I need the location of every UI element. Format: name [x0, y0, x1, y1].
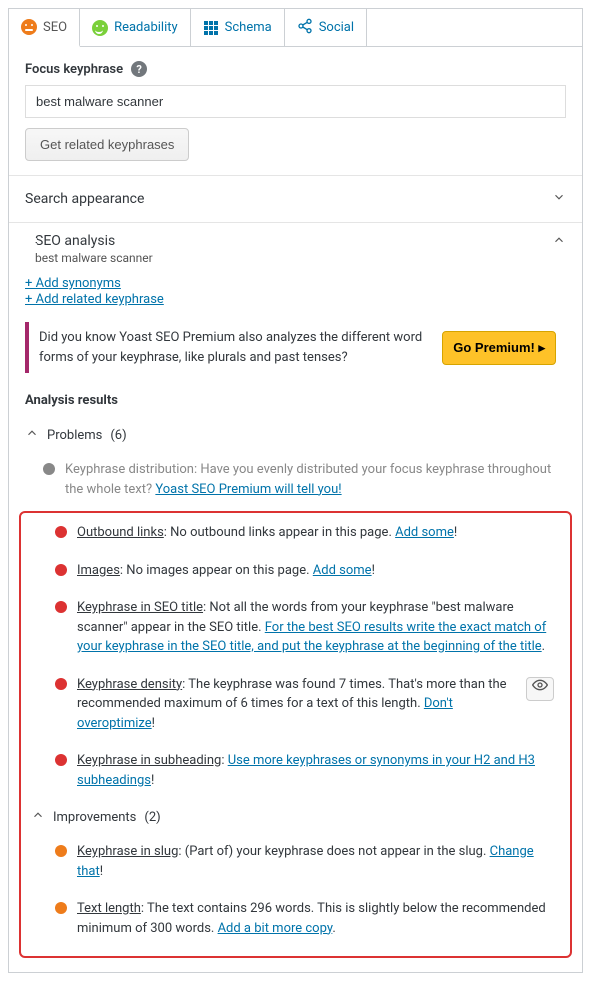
problems-count: (6)	[110, 428, 126, 443]
chevron-up-icon	[31, 808, 45, 826]
result-item: Keyphrase distribution: Have you evenly …	[9, 454, 582, 511]
yoast-metabox: SEO Readability Schema Social Focus keyp…	[8, 8, 583, 973]
result-item: Outbound links: No outbound links appear…	[21, 517, 570, 555]
result-item: Keyphrase in slug: (Part of) your keyphr…	[21, 836, 570, 893]
premium-promo-text: Did you know Yoast SEO Premium also anal…	[39, 328, 430, 367]
eye-icon	[532, 677, 548, 700]
focus-keyphrase-panel: Focus keyphrase ? Get related keyphrases	[9, 47, 582, 175]
grid-icon	[203, 20, 219, 36]
item-tail: .	[542, 639, 545, 654]
result-item: Images: No images appear on this page. A…	[21, 555, 570, 593]
result-item: Keyphrase density: The keyphrase was fou…	[21, 669, 570, 746]
tab-readability-label: Readability	[114, 20, 178, 35]
item-name: Outbound links	[77, 525, 164, 540]
item-name: Keyphrase distribution	[65, 462, 194, 477]
get-related-keyphrases-button[interactable]: Get related keyphrases	[25, 128, 189, 161]
item-name: Keyphrase in slug	[77, 844, 178, 859]
item-text: : No outbound links appear in this page.	[164, 525, 395, 540]
item-tail: !	[454, 525, 457, 540]
problems-group-toggle[interactable]: Problems (6)	[9, 420, 582, 454]
tab-schema-label: Schema	[225, 20, 272, 35]
help-icon[interactable]: ?	[131, 61, 147, 77]
highlighted-results: Outbound links: No outbound links appear…	[19, 511, 572, 958]
item-action-link[interactable]: Yoast SEO Premium will tell you!	[155, 482, 341, 497]
bullet-orange-icon	[55, 845, 67, 857]
improvements-count: (2)	[144, 810, 160, 825]
search-appearance-title: Search appearance	[25, 191, 144, 207]
result-item: Keyphrase in SEO title: Not all the word…	[21, 592, 570, 669]
item-tail: .	[332, 921, 335, 936]
seo-analysis-title: SEO analysis	[35, 233, 153, 249]
highlight-toggle-button[interactable]	[526, 677, 554, 701]
analysis-links: + Add synonyms + Add related keyphrase	[9, 271, 582, 310]
tab-seo-label: SEO	[43, 20, 67, 35]
analysis-results-header: Analysis results	[9, 385, 582, 420]
problems-label: Problems	[47, 428, 102, 443]
bullet-grey-icon	[43, 463, 55, 475]
face-smile-icon	[92, 20, 108, 36]
improvements-label: Improvements	[53, 810, 136, 825]
chevron-up-icon	[552, 233, 566, 251]
bullet-red-icon	[55, 564, 67, 576]
item-action-link[interactable]: Add some	[313, 563, 372, 578]
item-name: Images	[77, 563, 120, 578]
tab-seo[interactable]: SEO	[9, 9, 80, 47]
chevron-up-icon	[25, 426, 39, 444]
seo-analysis-subtitle: best malware scanner	[35, 251, 153, 265]
item-tail: !	[100, 864, 103, 879]
tab-bar: SEO Readability Schema Social	[9, 9, 582, 47]
seo-analysis-toggle[interactable]: SEO analysis best malware scanner	[9, 223, 582, 271]
add-related-keyphrase-link[interactable]: + Add related keyphrase	[25, 292, 566, 307]
tab-social-label: Social	[319, 20, 354, 35]
item-text: : No images appear on this page.	[120, 563, 313, 578]
add-synonyms-link[interactable]: + Add synonyms	[25, 276, 566, 291]
share-icon	[297, 20, 313, 36]
result-item: Text length: The text contains 296 words…	[21, 893, 570, 950]
improvements-group-toggle[interactable]: Improvements (2)	[21, 802, 570, 836]
tab-readability[interactable]: Readability	[80, 9, 191, 46]
item-tail: !	[372, 563, 375, 578]
focus-keyphrase-input[interactable]	[25, 85, 566, 118]
item-name: Keyphrase in subheading	[77, 753, 221, 768]
item-name: Text length	[77, 901, 141, 916]
item-action-link[interactable]: Add a bit more copy	[218, 921, 333, 936]
go-premium-button[interactable]: Go Premium! ▸	[442, 331, 556, 365]
premium-promo: Did you know Yoast SEO Premium also anal…	[25, 322, 566, 373]
bullet-orange-icon	[55, 902, 67, 914]
bullet-red-icon	[55, 526, 67, 538]
search-appearance-toggle[interactable]: Search appearance	[9, 176, 582, 222]
item-tail: !	[151, 773, 154, 788]
item-text: : (Part of) your keyphrase does not appe…	[178, 844, 489, 859]
result-item: Keyphrase in subheading: Use more keyphr…	[21, 745, 570, 802]
item-tail: !	[152, 716, 155, 731]
bullet-red-icon	[55, 601, 67, 613]
chevron-down-icon	[552, 190, 566, 208]
item-name: Keyphrase density	[77, 677, 182, 692]
tab-schema[interactable]: Schema	[191, 9, 285, 46]
bullet-red-icon	[55, 754, 67, 766]
item-action-link[interactable]: Add some	[395, 525, 454, 540]
focus-keyphrase-label: Focus keyphrase	[25, 62, 123, 77]
tab-social[interactable]: Social	[285, 9, 367, 46]
face-neutral-icon	[21, 19, 37, 35]
item-name: Keyphrase in SEO title	[77, 600, 203, 615]
bullet-red-icon	[55, 678, 67, 690]
